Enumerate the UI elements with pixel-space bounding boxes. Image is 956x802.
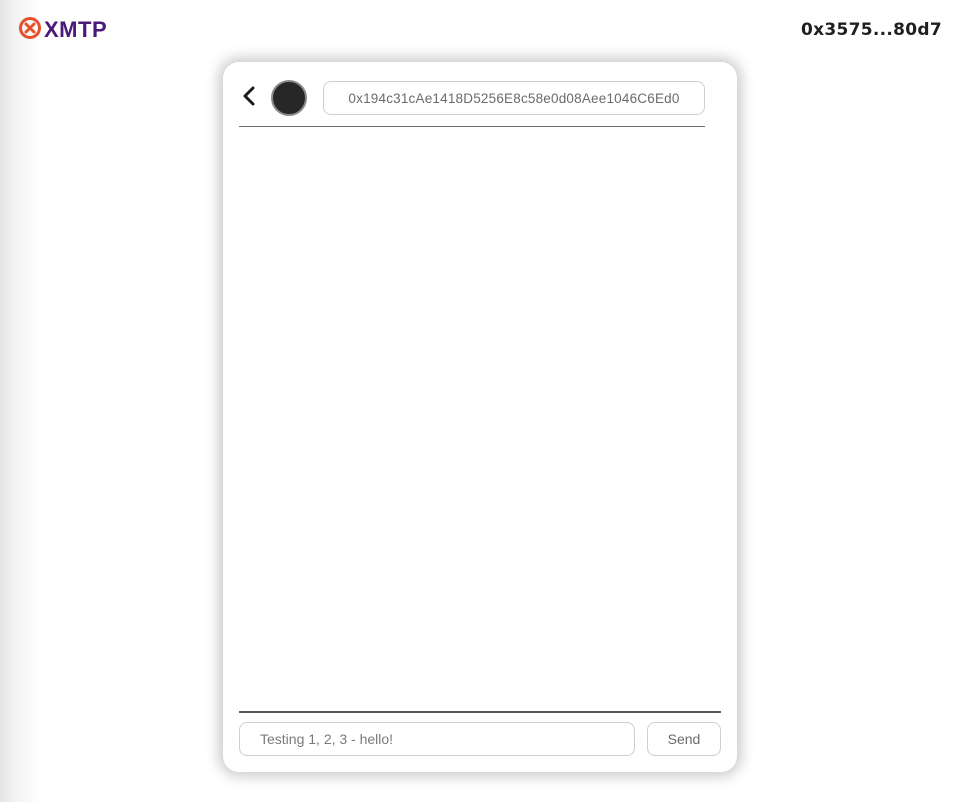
recipient-avatar xyxy=(271,80,307,116)
brand-name: XMTP xyxy=(44,17,108,42)
xmtp-logo[interactable]: XMTP xyxy=(18,16,108,45)
back-button[interactable] xyxy=(240,86,258,110)
recipient-address-input[interactable] xyxy=(323,81,705,115)
connected-wallet-address[interactable]: 0x3575...80d7 xyxy=(801,20,942,40)
send-button[interactable]: Send xyxy=(647,722,721,756)
left-edge-shadow xyxy=(0,0,40,802)
message-input[interactable] xyxy=(239,722,635,756)
conversation-panel: Send xyxy=(223,62,737,772)
header-divider xyxy=(239,126,705,127)
xmtp-logo-icon xyxy=(18,16,42,45)
composer-divider xyxy=(239,711,721,713)
message-list[interactable] xyxy=(239,128,721,711)
chevron-left-icon xyxy=(242,86,256,111)
